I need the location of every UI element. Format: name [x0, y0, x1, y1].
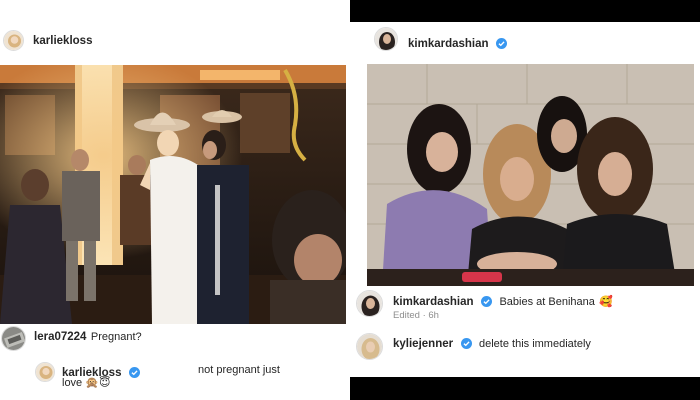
reply-text-line2: love	[62, 377, 83, 389]
right-author-avatar[interactable]	[374, 27, 398, 51]
verified-badge-icon	[128, 367, 140, 378]
right-author-row: kimkardashian	[408, 34, 507, 52]
caption-avatar-kimkardashian[interactable]	[356, 290, 383, 317]
left-author-avatar[interactable]	[3, 30, 24, 51]
reply-avatar-karliekloss[interactable]	[35, 362, 55, 382]
caption-username[interactable]: kimkardashian	[393, 296, 474, 308]
avatar-image	[2, 327, 25, 350]
comment-row-1: lera07224 Pregnant?	[34, 327, 142, 345]
caption-meta: Edited · 6h	[393, 310, 439, 321]
right-panel-bottom-bar	[350, 377, 700, 400]
comment-text: delete this immediately	[479, 338, 591, 350]
comment-username[interactable]: kyliejenner	[393, 338, 453, 350]
reply-text: not pregnant just	[198, 364, 280, 376]
verified-badge-icon	[496, 38, 507, 49]
right-post-photo[interactable]	[367, 64, 694, 286]
reply-text-continued: love 🙊😇	[62, 376, 110, 389]
comment-avatar-kyliejenner[interactable]	[356, 333, 383, 360]
kylie-comment-row: kyliejenner delete this immediately	[393, 334, 591, 352]
comment-avatar-lera07224[interactable]	[1, 326, 26, 351]
comment-username[interactable]: lera07224	[34, 331, 86, 343]
avatar-image	[357, 291, 382, 316]
wedding-photo	[0, 65, 346, 324]
caption-text: Babies at Benihana	[499, 296, 595, 308]
caption-emoji: 🥰	[599, 295, 614, 308]
right-panel-top-bar	[350, 0, 700, 22]
reply-emojis: 🙊😇	[85, 376, 111, 389]
caption-row: kimkardashian Babies at Benihana 🥰	[393, 292, 613, 310]
group-photo	[367, 64, 694, 286]
avatar-image	[4, 31, 23, 50]
avatar-image	[36, 363, 54, 381]
left-post-photo[interactable]	[0, 65, 346, 324]
avatar-image	[375, 28, 397, 50]
avatar-image	[357, 334, 382, 359]
left-author-username[interactable]: karliekloss	[33, 35, 92, 47]
right-author-username[interactable]: kimkardashian	[408, 38, 489, 50]
comment-text: Pregnant?	[90, 331, 142, 343]
verified-badge-icon	[481, 296, 492, 307]
verified-badge-icon	[460, 338, 472, 349]
